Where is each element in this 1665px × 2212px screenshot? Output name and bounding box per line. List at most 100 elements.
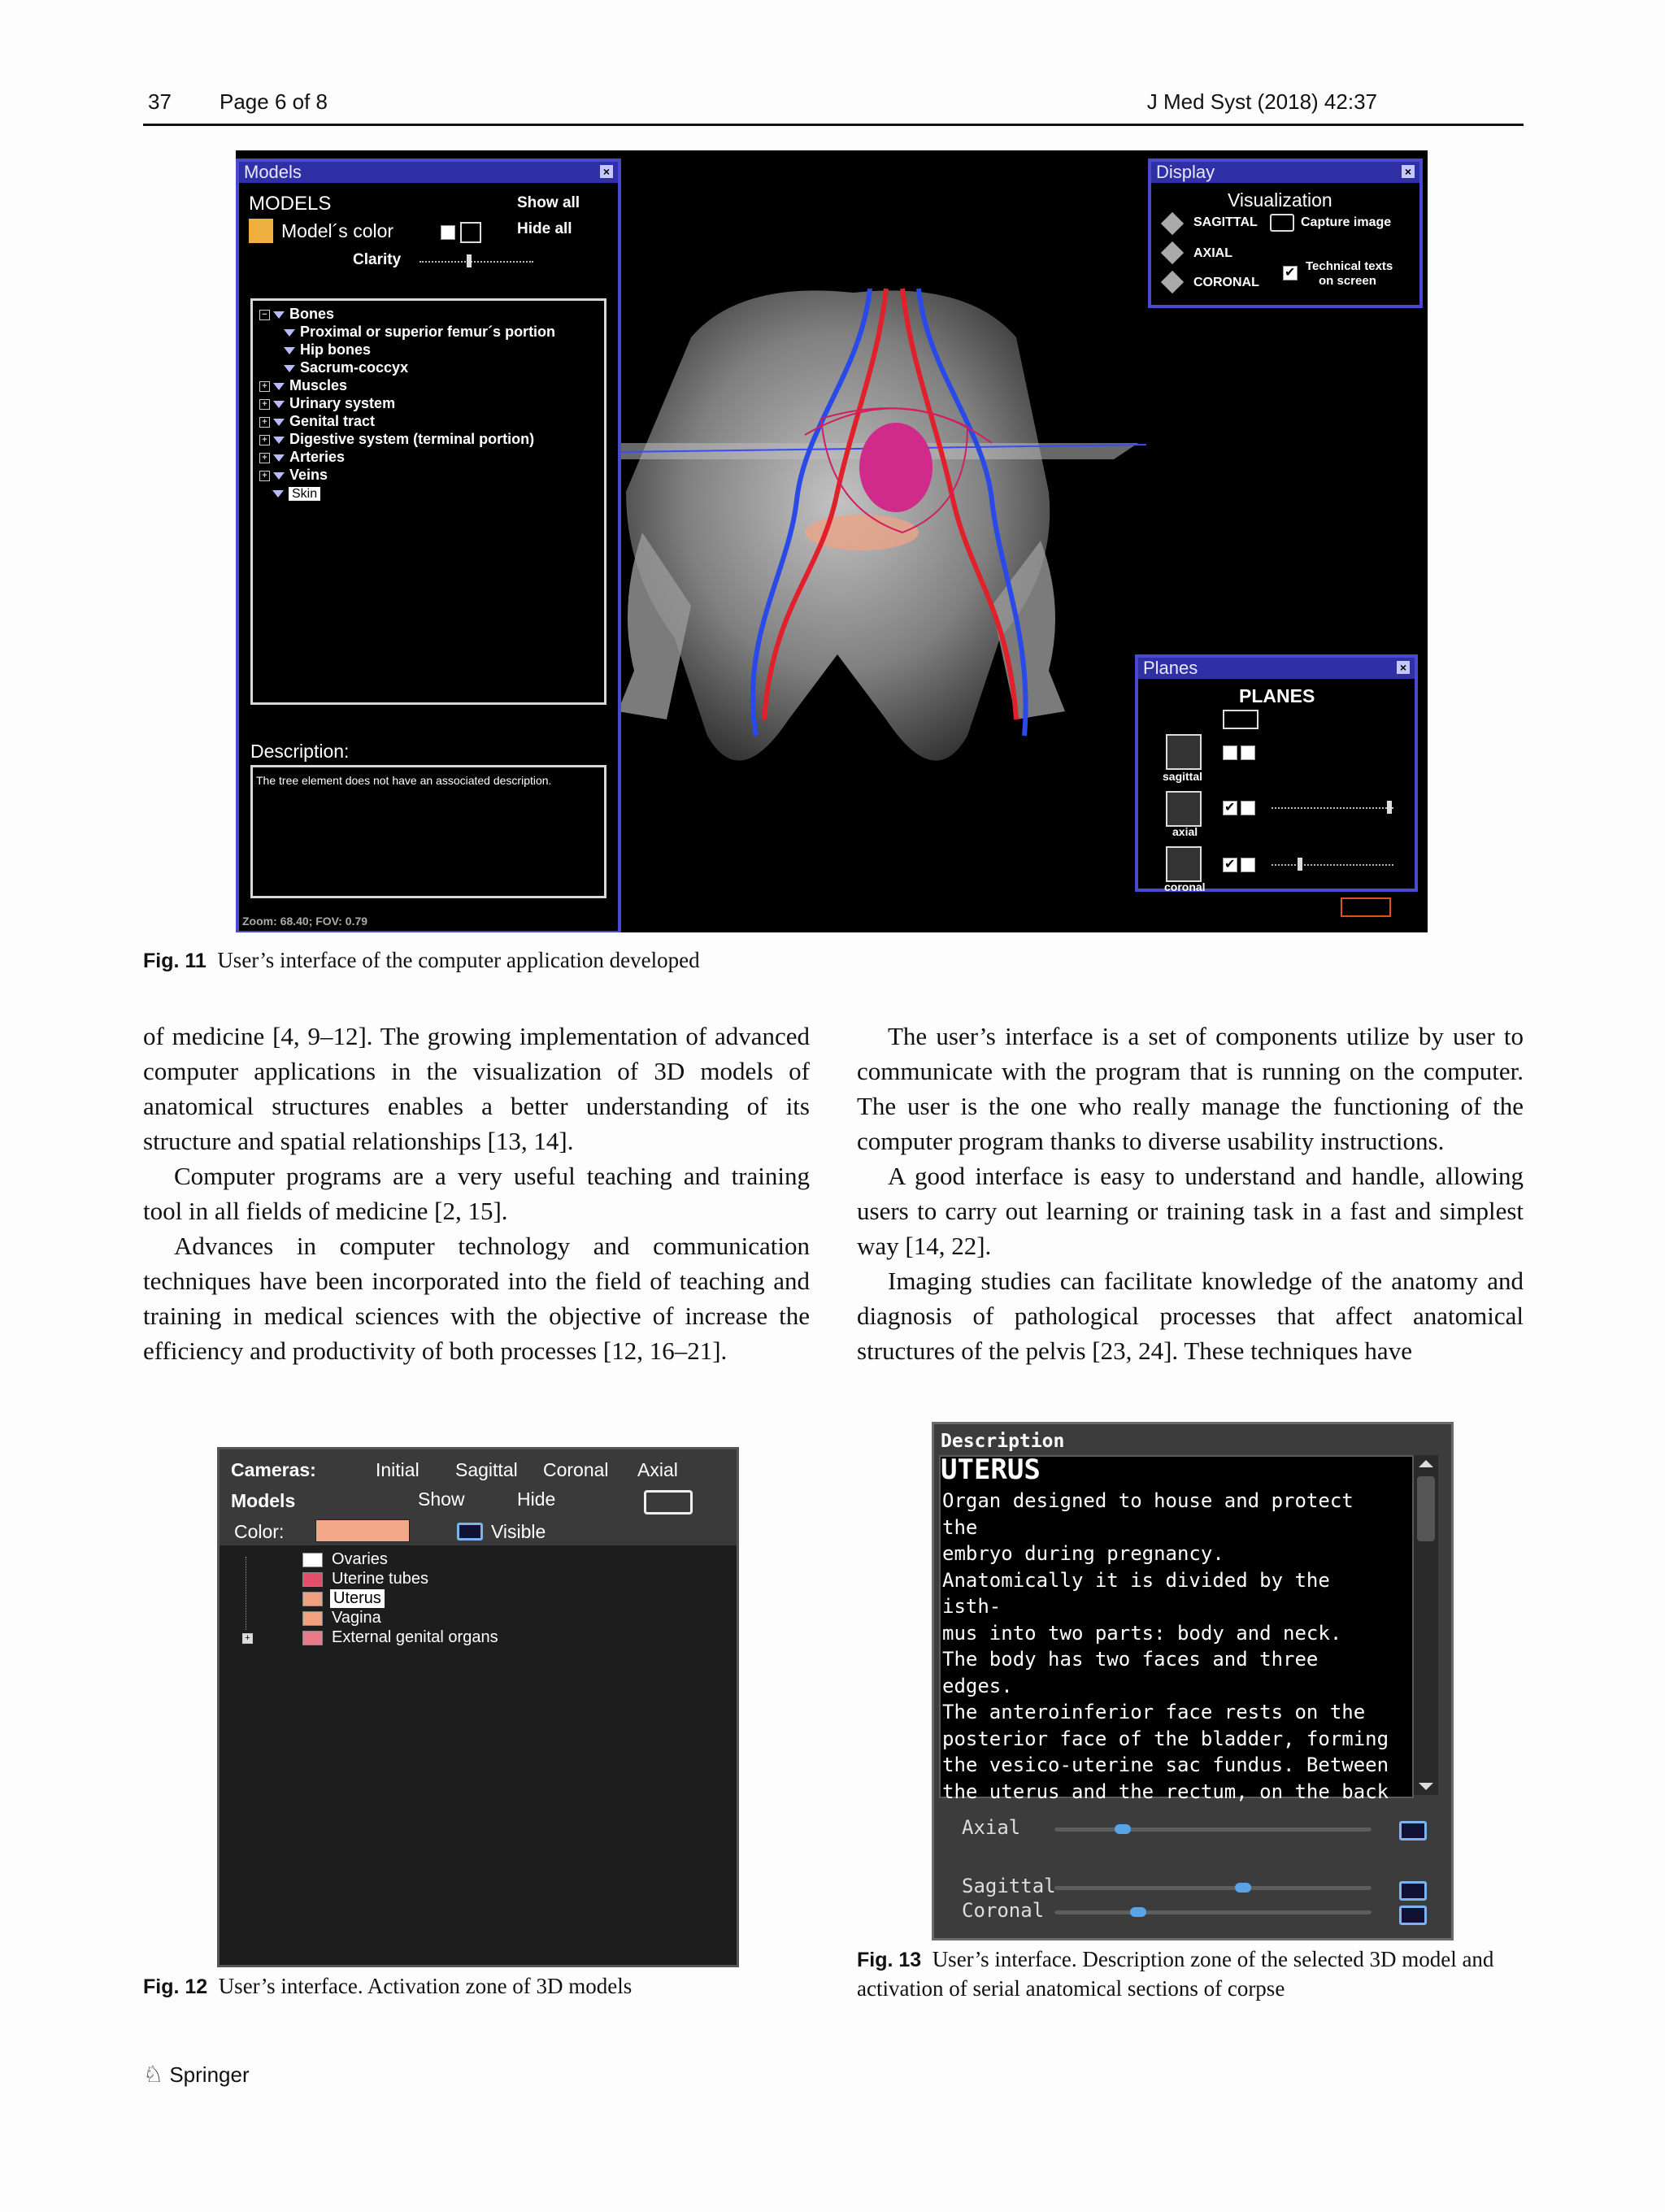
- color-swatch[interactable]: [315, 1519, 410, 1542]
- display-panel-title: Display: [1151, 162, 1419, 183]
- scroll-up-icon[interactable]: [1419, 1460, 1433, 1467]
- page-footer: ♘ Springer: [143, 2061, 250, 2088]
- clarity-label: Clarity: [353, 251, 402, 268]
- axial-toggle-icon[interactable]: [1399, 1821, 1427, 1840]
- figure-13: Description UTERUS Organ designed to hou…: [932, 1422, 1454, 1940]
- paragraph: A good interface is easy to understand a…: [857, 1162, 1524, 1260]
- tree-item-femur[interactable]: Proximal or superior femur´s portion: [284, 324, 555, 341]
- axial-slider-knob[interactable]: [1115, 1824, 1131, 1834]
- vagina-swatch: [302, 1611, 323, 1626]
- models-label: Models: [231, 1490, 296, 1511]
- camera-initial-button[interactable]: Initial: [376, 1459, 420, 1481]
- coronal-slider-knob[interactable]: [1298, 858, 1302, 871]
- axial-checkbox-2[interactable]: [1241, 801, 1255, 815]
- axial-slider[interactable]: [1272, 807, 1393, 809]
- camera-icon[interactable]: [644, 1490, 693, 1515]
- camera-axial-button[interactable]: Axial: [637, 1459, 678, 1481]
- color-label: Color:: [234, 1521, 285, 1542]
- ovaries-swatch: [302, 1553, 323, 1567]
- technical-texts-label: Technical texts: [1306, 259, 1393, 273]
- description-line: Anatomically it is divided by the isth-: [942, 1568, 1330, 1619]
- tree-item-external-genital[interactable]: + External genital organs: [236, 1628, 561, 1646]
- tree-item-ovaries[interactable]: Ovaries: [236, 1550, 561, 1568]
- sagittal-toggle-icon[interactable]: [1399, 1881, 1427, 1901]
- expand-icon[interactable]: +: [242, 1633, 253, 1644]
- coronal-button[interactable]: CORONAL: [1193, 276, 1259, 290]
- visible-label: Visible: [491, 1521, 546, 1542]
- springer-logo-icon: ♘: [143, 2062, 164, 2087]
- show-button[interactable]: Show: [418, 1488, 465, 1510]
- clarity-slider[interactable]: [420, 261, 533, 264]
- caption-text: User’s interface. Activation zone of 3D …: [218, 1974, 633, 1998]
- tree-item-hip-bones[interactable]: Hip bones: [284, 341, 371, 359]
- tree-item-uterus[interactable]: Uterus: [236, 1589, 561, 1608]
- planes-panel-title: Planes: [1138, 658, 1415, 679]
- tree-item-skin[interactable]: Skin: [272, 485, 321, 502]
- camera-sagittal-button[interactable]: Sagittal: [455, 1459, 518, 1481]
- color-checkbox[interactable]: [441, 225, 455, 240]
- organ-tree: Ovaries Uterine tubes Uterus Vagina + Ex…: [236, 1550, 724, 1648]
- coronal-slider[interactable]: [1272, 864, 1393, 866]
- organ-title: UTERUS: [941, 1454, 1041, 1486]
- axial-slider[interactable]: [1054, 1824, 1372, 1834]
- paragraph: Imaging studies can facilitate knowledge…: [857, 1267, 1524, 1365]
- tree-item-arteries[interactable]: + Arteries: [259, 449, 345, 466]
- sagittal-checkbox-1[interactable]: [1223, 745, 1237, 760]
- tree-item-uterine-tubes[interactable]: Uterine tubes: [236, 1570, 561, 1588]
- capture-image-button[interactable]: Capture image: [1301, 215, 1391, 230]
- show-all-button[interactable]: Show all: [517, 194, 580, 212]
- axial-thumbnail[interactable]: [1166, 791, 1202, 827]
- cube-icon[interactable]: [1160, 270, 1185, 294]
- close-icon[interactable]: ×: [600, 165, 613, 178]
- axial-checkbox-1[interactable]: [1223, 799, 1237, 815]
- planes-panel: Planes × PLANES sagittal axial coronal: [1135, 654, 1418, 893]
- grid-icon[interactable]: [1223, 710, 1259, 729]
- figure-12: Cameras: Initial Sagittal Coronal Axial …: [217, 1447, 739, 1967]
- axial-button[interactable]: AXIAL: [1193, 246, 1232, 261]
- sagittal-slider-knob[interactable]: [1235, 1883, 1251, 1893]
- camera-coronal-button[interactable]: Coronal: [543, 1459, 609, 1481]
- cube-icon[interactable]: [1160, 211, 1185, 236]
- sagittal-button[interactable]: SAGITTAL: [1193, 215, 1258, 230]
- uterus-swatch: [302, 1592, 323, 1606]
- caption-text: User’s interface. Description zone of th…: [857, 1947, 1494, 2001]
- technical-texts-checkbox[interactable]: [1283, 264, 1298, 280]
- external-genital-swatch: [302, 1631, 323, 1645]
- tree-item-vagina[interactable]: Vagina: [236, 1609, 561, 1627]
- coronal-slider[interactable]: [1054, 1907, 1372, 1917]
- sagittal-slider[interactable]: [1054, 1883, 1372, 1893]
- axial-slider-knob[interactable]: [1387, 801, 1392, 814]
- tree-item-bones[interactable]: − Bones: [259, 306, 334, 323]
- visible-toggle-icon[interactable]: [457, 1523, 483, 1541]
- tree-item-muscles[interactable]: + Muscles: [259, 377, 347, 394]
- scrollbar[interactable]: [1414, 1455, 1438, 1795]
- model-color-swatch[interactable]: [249, 219, 273, 243]
- description-line: The body has two faces and three edges.: [942, 1648, 1319, 1697]
- close-icon[interactable]: ×: [1402, 165, 1415, 178]
- coronal-label: Coronal: [962, 1899, 1045, 1922]
- description-line: Organ designed to house and protect the: [942, 1489, 1354, 1539]
- color-picker-icon[interactable]: [460, 222, 481, 243]
- hide-all-button[interactable]: Hide all: [517, 220, 572, 238]
- tree-item-genital[interactable]: + Genital tract: [259, 413, 375, 430]
- camera-icon[interactable]: [1270, 214, 1294, 232]
- coronal-toggle-icon[interactable]: [1399, 1906, 1427, 1925]
- sagittal-checkbox-2[interactable]: [1241, 745, 1255, 760]
- coronal-slider-knob[interactable]: [1129, 1907, 1146, 1917]
- scroll-thumb[interactable]: [1417, 1476, 1435, 1541]
- sagittal-thumbnail[interactable]: [1166, 734, 1202, 770]
- models-tree: − Bones Proximal or superior femur´s port…: [250, 298, 606, 705]
- uterine-tubes-swatch: [302, 1572, 323, 1587]
- tree-item-sacrum[interactable]: Sacrum-coccyx: [284, 359, 408, 376]
- coronal-thumbnail[interactable]: [1166, 846, 1202, 882]
- clarity-knob[interactable]: [467, 254, 472, 267]
- tree-item-urinary[interactable]: + Urinary system: [259, 395, 395, 412]
- tree-item-veins[interactable]: + Veins: [259, 467, 328, 484]
- paragraph: of medicine [4, 9–12]. The growing imple…: [143, 1022, 810, 1155]
- cube-icon[interactable]: [1160, 241, 1185, 265]
- hide-button[interactable]: Hide: [517, 1488, 555, 1510]
- close-icon[interactable]: ×: [1397, 661, 1410, 674]
- coronal-checkbox-2[interactable]: [1241, 858, 1255, 872]
- tree-item-digestive[interactable]: + Digestive system (terminal portion): [259, 431, 534, 448]
- coronal-checkbox-1[interactable]: [1223, 856, 1237, 872]
